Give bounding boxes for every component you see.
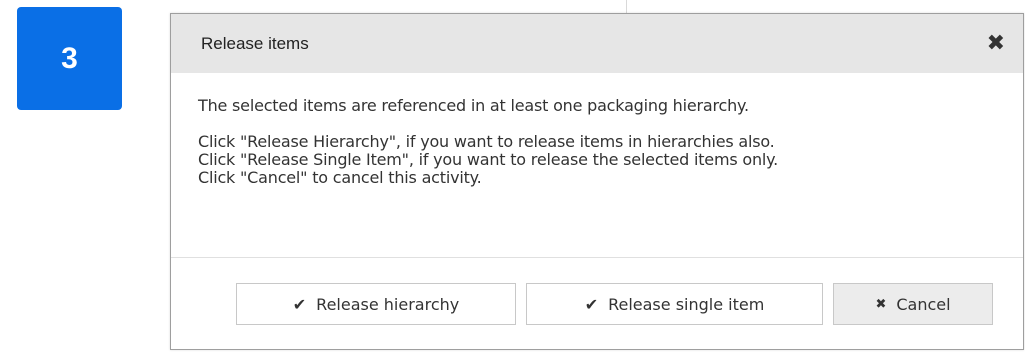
release-items-dialog: Release items ✖ The selected items are r… (170, 13, 1024, 350)
step-number-badge: 3 (17, 7, 122, 110)
dialog-instruction-line: Click "Cancel" to cancel this activity. (198, 168, 482, 187)
dialog-instruction-line: Click "Release Single Item", if you want… (198, 150, 779, 169)
dialog-instruction-line: Click "Release Hierarchy", if you want t… (198, 132, 775, 151)
cancel-button[interactable]: ✖ Cancel (833, 283, 993, 325)
background-divider (626, 0, 627, 13)
dialog-title: Release items (201, 33, 309, 53)
page: 3 Release items ✖ The selected items are… (0, 0, 1025, 355)
checkmark-icon: ✔ (584, 294, 599, 314)
dialog-footer: ✔ Release hierarchy ✔ Release single ite… (171, 258, 1023, 325)
x-icon: ✖ (875, 296, 887, 312)
release-single-item-label: Release single item (608, 294, 765, 314)
dialog-body: The selected items are referenced in at … (171, 73, 1023, 258)
release-hierarchy-button[interactable]: ✔ Release hierarchy (236, 283, 516, 325)
release-single-item-button[interactable]: ✔ Release single item (526, 283, 823, 325)
close-icon[interactable]: ✖ (983, 29, 1009, 59)
checkmark-icon: ✔ (292, 294, 307, 314)
dialog-header: Release items ✖ (171, 14, 1023, 73)
release-hierarchy-label: Release hierarchy (316, 294, 460, 314)
dialog-lead-text: The selected items are referenced in at … (198, 96, 749, 115)
cancel-label: Cancel (896, 294, 951, 314)
step-number: 3 (61, 41, 78, 75)
